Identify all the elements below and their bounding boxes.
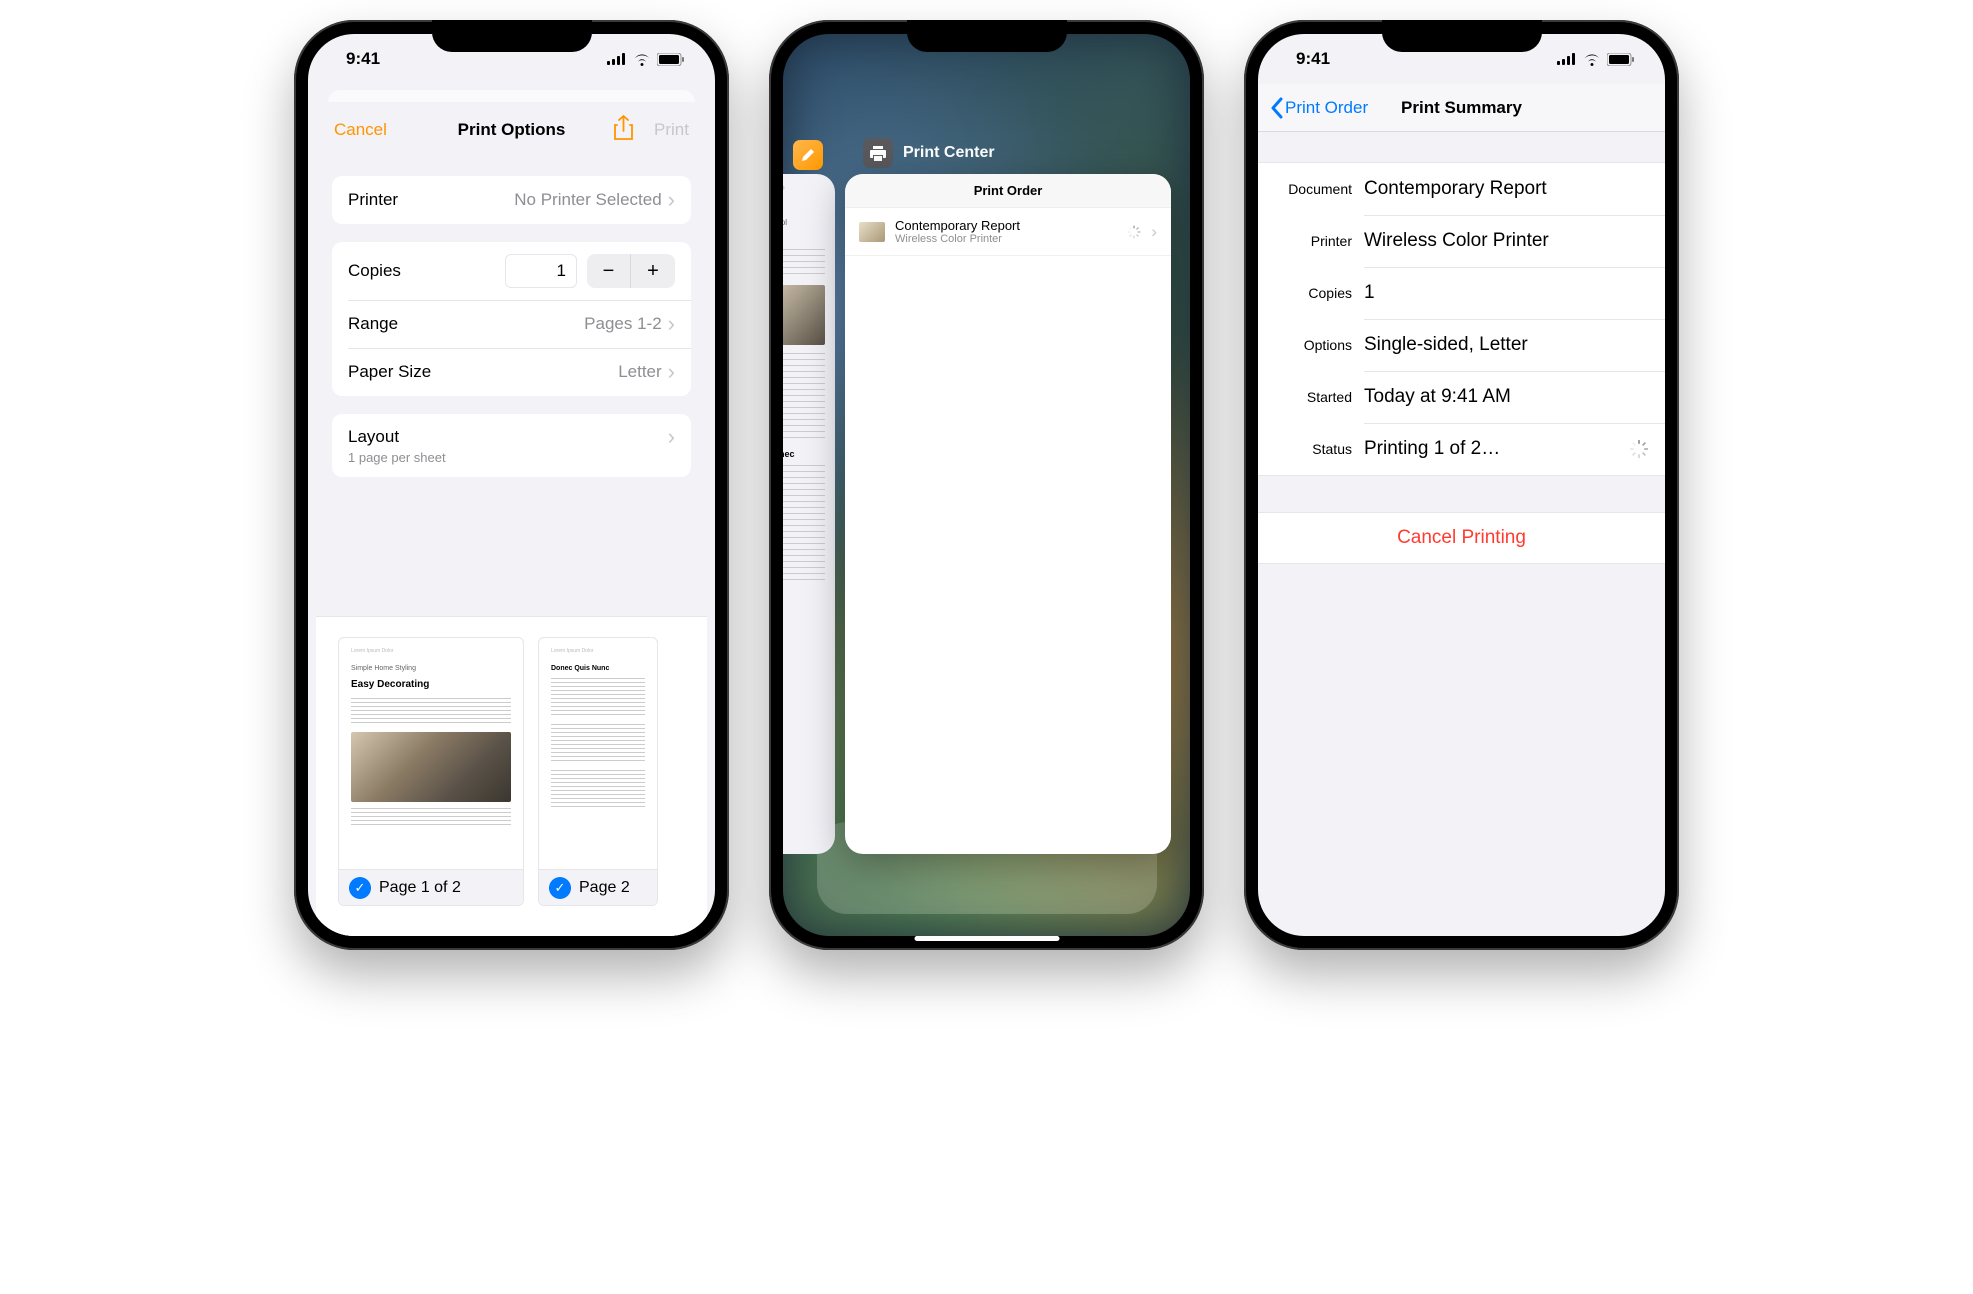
switcher-card-pages[interactable]: ‹ ⊞ ⊕ Simpl Ea Donec — [783, 174, 835, 854]
summary-row-document: Document Contemporary Report — [1258, 163, 1665, 215]
cancel-button[interactable]: Cancel — [334, 120, 387, 140]
layout-label: Layout — [348, 427, 399, 447]
share-button[interactable] — [613, 115, 634, 146]
summary-row-printer: Printer Wireless Color Printer — [1258, 215, 1665, 267]
summary-row-copies: Copies 1 — [1258, 267, 1665, 319]
printer-value: No Printer Selected — [514, 190, 661, 210]
chevron-right-icon: › — [668, 189, 675, 211]
copies-row: Copies − + — [332, 242, 691, 300]
share-icon — [613, 115, 634, 141]
cancel-printing-button[interactable]: Cancel Printing — [1258, 512, 1665, 564]
summary-row-started: Started Today at 9:41 AM — [1258, 371, 1665, 423]
range-row[interactable]: Range Pages 1-2 › — [332, 300, 691, 348]
pencil-icon — [800, 147, 816, 163]
chevron-right-icon: › — [668, 361, 675, 383]
summary-list: Document Contemporary Report Printer Wir… — [1258, 162, 1665, 476]
print-queue-item[interactable]: Contemporary Report Wireless Color Print… — [845, 208, 1171, 256]
page-thumb-1[interactable]: Lorem Ipsum Dolor Simple Home Styling Ea… — [338, 637, 524, 906]
print-center-app-label[interactable]: Print Center — [863, 138, 995, 168]
document-thumb-icon — [859, 222, 885, 242]
switcher-card-print-center[interactable]: Print Order Contemporary Report Wireless… — [845, 174, 1171, 854]
battery-icon — [1607, 53, 1635, 66]
chevron-right-icon: › — [668, 426, 675, 448]
nav-bar: Print Order Print Summary — [1258, 84, 1665, 132]
queue-item-subtitle: Wireless Color Printer — [895, 233, 1117, 245]
status-time: 9:41 — [1296, 49, 1330, 69]
printer-label: Printer — [348, 190, 398, 210]
page-badge-label: Page 1 of 2 — [379, 879, 461, 897]
cellular-icon — [1557, 53, 1577, 65]
summary-row-options: Options Single-sided, Letter — [1258, 319, 1665, 371]
phone-print-options: 9:41 Cancel Print Options Print — [294, 20, 729, 950]
back-button[interactable]: Print Order — [1270, 97, 1368, 119]
print-options-sheet: Cancel Print Options Print Printer No Pr… — [316, 102, 707, 936]
pages-app-icon[interactable] — [793, 140, 823, 170]
status-time: 9:41 — [346, 49, 380, 69]
print-order-title: Print Order — [845, 174, 1171, 208]
phone-print-summary: 9:41 Print Order Print Summary Document … — [1244, 20, 1679, 950]
paper-size-row[interactable]: Paper Size Letter › — [332, 348, 691, 396]
stepper-minus-button[interactable]: − — [587, 254, 631, 288]
copies-label: Copies — [348, 261, 401, 281]
layout-subtitle: 1 page per sheet — [348, 450, 675, 465]
range-value: Pages 1-2 — [584, 314, 662, 334]
chevron-right-icon: › — [1151, 222, 1157, 242]
wifi-icon — [633, 53, 651, 66]
copies-input[interactable] — [505, 254, 577, 288]
print-center-app-icon — [863, 138, 893, 168]
chevron-right-icon: › — [668, 313, 675, 335]
check-icon: ✓ — [349, 877, 371, 899]
summary-row-status: Status Printing 1 of 2… — [1258, 423, 1665, 475]
page-badge-label: Page 2 — [579, 879, 630, 897]
battery-icon — [657, 53, 685, 66]
stepper-plus-button[interactable]: + — [631, 254, 675, 288]
wifi-icon — [1583, 53, 1601, 66]
chevron-left-icon — [1270, 97, 1283, 119]
phone-app-switcher: ‹ ⊞ ⊕ Simpl Ea Donec Print Center Print … — [769, 20, 1204, 950]
paper-size-value: Letter — [618, 362, 661, 382]
copies-stepper: − + — [587, 254, 675, 288]
range-label: Range — [348, 314, 398, 334]
paper-size-label: Paper Size — [348, 362, 431, 382]
printer-row[interactable]: Printer No Printer Selected › — [332, 176, 691, 224]
queue-item-title: Contemporary Report — [895, 218, 1117, 233]
print-button[interactable]: Print — [654, 120, 689, 140]
cellular-icon — [607, 53, 627, 65]
sheet-nav: Cancel Print Options Print — [316, 102, 707, 158]
layout-row[interactable]: Layout › 1 page per sheet — [332, 414, 691, 477]
page-preview-strip: Lorem Ipsum Dolor Simple Home Styling Ea… — [316, 616, 707, 936]
spinner-icon — [1127, 225, 1141, 239]
printer-icon — [869, 144, 887, 162]
spinner-icon — [1629, 439, 1649, 459]
check-icon: ✓ — [549, 877, 571, 899]
page-thumb-2[interactable]: Lorem Ipsum Dolor Donec Quis Nunc ✓ Page… — [538, 637, 658, 906]
